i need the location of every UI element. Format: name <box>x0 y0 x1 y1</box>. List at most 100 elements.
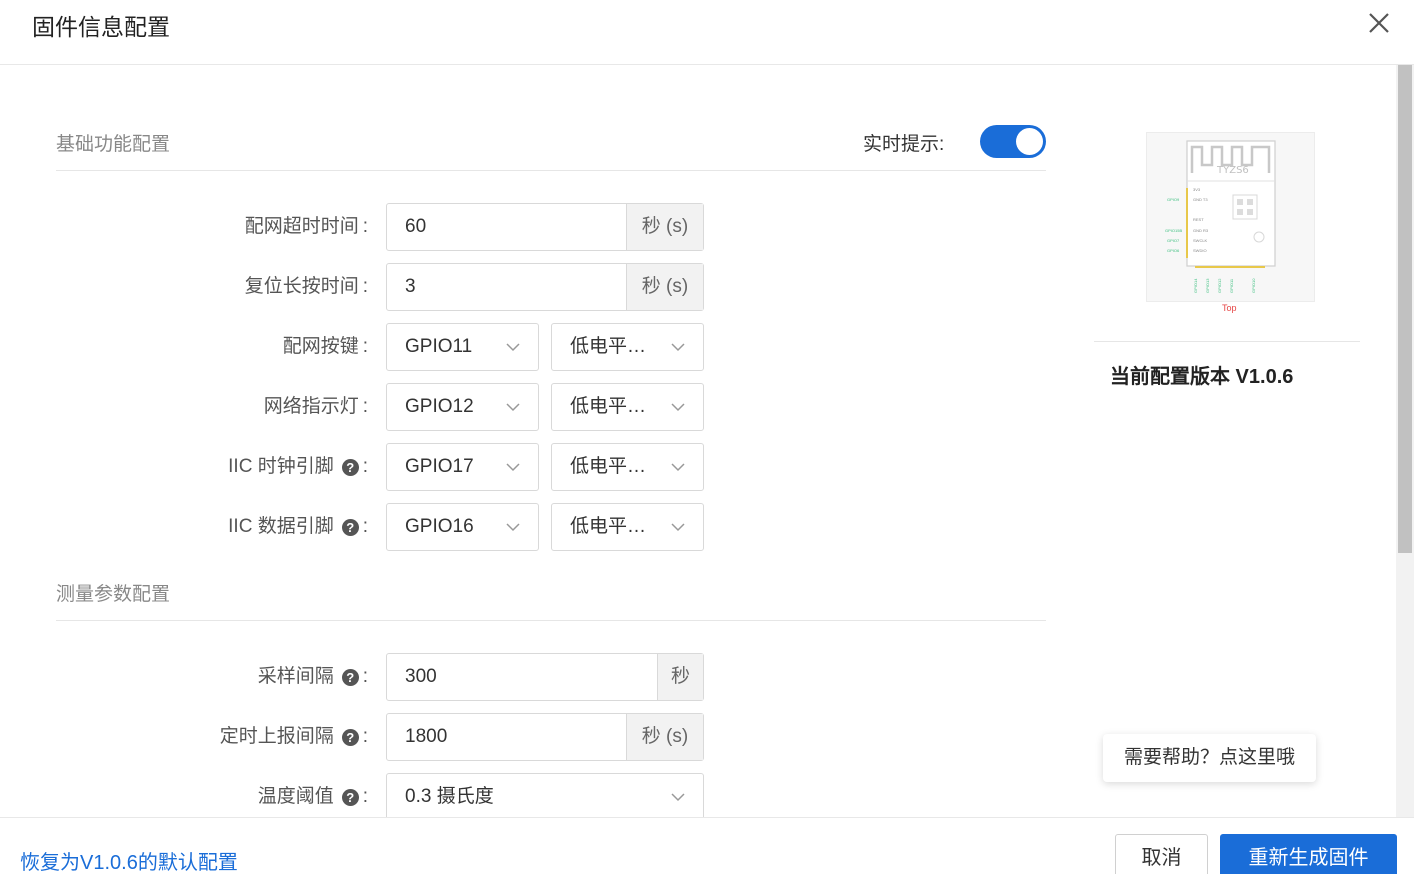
section-divider <box>56 620 1046 621</box>
chevron-down-icon <box>671 343 685 352</box>
iic-clock-level-select[interactable]: 低电平… <box>551 443 704 491</box>
realtime-hint-toggle[interactable] <box>980 125 1046 158</box>
svg-text:3V3: 3V3 <box>1193 187 1201 192</box>
dialog-title: 固件信息配置 <box>32 14 170 40</box>
form-row-temperature-threshold: 温度阈值?: 0.3 摄氏度 <box>0 773 1000 817</box>
regenerate-firmware-button[interactable]: 重新生成固件 <box>1220 834 1397 874</box>
field-label: 配网按键: <box>282 336 368 357</box>
field-label: IIC 数据引脚?: <box>228 516 368 537</box>
unit-addon: 秒 (s) <box>626 204 703 250</box>
pairing-timeout-input-group: 60 秒 (s) <box>386 203 704 251</box>
pin-label: GPIO12 <box>1217 278 1222 293</box>
report-interval-input[interactable]: 1800 <box>387 714 626 760</box>
svg-text:GND T3: GND T3 <box>1193 197 1208 202</box>
help-icon[interactable]: ? <box>341 668 359 686</box>
reset-press-input-group: 3 秒 (s) <box>386 263 704 311</box>
iic-data-pin-select[interactable]: GPIO16 <box>386 503 539 551</box>
svg-text:SWDIO: SWDIO <box>1193 248 1207 253</box>
pin-label: GPIO7 <box>1167 238 1180 243</box>
section-title-measure: 测量参数配置 <box>56 584 171 605</box>
chevron-down-icon <box>506 403 520 412</box>
form-row-pairing-timeout: 配网超时时间: 60 秒 (s) <box>0 203 1000 251</box>
chevron-down-icon <box>671 793 685 802</box>
unit-addon: 秒 (s) <box>626 714 703 760</box>
scrollbar-thumb[interactable] <box>1398 65 1412 553</box>
iic-data-level-select[interactable]: 低电平… <box>551 503 704 551</box>
sampling-interval-input[interactable]: 300 <box>387 654 657 700</box>
select-value: GPIO12 <box>405 396 474 417</box>
realtime-hint-label: 实时提示: <box>863 134 945 155</box>
select-value: 0.3 摄氏度 <box>405 786 494 807</box>
field-label: IIC 时钟引脚?: <box>228 456 368 477</box>
toggle-knob <box>1016 128 1043 155</box>
form-row-reset-press-time: 复位长按时间: 3 秒 (s) <box>0 263 1000 311</box>
section-title-basic: 基础功能配置 <box>56 134 171 155</box>
restore-default-config-link[interactable]: 恢复为V1.0.6的默认配置 <box>20 846 238 874</box>
svg-text:GND R3: GND R3 <box>1193 228 1209 233</box>
field-label: 复位长按时间: <box>244 276 368 297</box>
section-divider <box>56 170 1046 171</box>
pin-label: GPIO14 <box>1193 278 1198 293</box>
select-value: GPIO17 <box>405 456 474 477</box>
reset-press-input[interactable]: 3 <box>387 264 626 310</box>
select-value: GPIO16 <box>405 516 474 537</box>
form-row-iic-clock: IIC 时钟引脚?: GPIO17 低电平… <box>0 443 1000 491</box>
help-bubble-button[interactable]: 需要帮助？点这里哦 <box>1103 734 1316 782</box>
dialog-body: 基础功能配置 实时提示: 配网超时时间: 60 秒 (s) 复位长按时间: 3 … <box>0 65 1396 817</box>
module-diagram: TYZS6 3V3 GND T3 REST GND R3 SWCLK SWDIO… <box>1165 140 1276 293</box>
dialog-header: 固件信息配置 <box>0 0 1414 65</box>
close-icon[interactable] <box>1366 10 1392 36</box>
form-row-pairing-button: 配网按键: GPIO11 低电平… <box>0 323 1000 371</box>
svg-text:SWCLK: SWCLK <box>1193 238 1208 243</box>
chevron-down-icon <box>506 343 520 352</box>
pin-label: GPIO6 <box>1167 248 1180 253</box>
select-value: 低电平… <box>570 516 647 537</box>
select-value: GPIO11 <box>405 336 473 357</box>
report-interval-input-group: 1800 秒 (s) <box>386 713 704 761</box>
pairing-timeout-input[interactable]: 60 <box>387 204 626 250</box>
network-led-pin-select[interactable]: GPIO12 <box>386 383 539 431</box>
form-row-iic-data: IIC 数据引脚?: GPIO16 低电平… <box>0 503 1000 551</box>
pairing-button-level-select[interactable]: 低电平… <box>551 323 704 371</box>
select-value: 低电平… <box>570 396 647 417</box>
chevron-down-icon <box>671 523 685 532</box>
chevron-down-icon <box>506 463 520 472</box>
svg-text:REST: REST <box>1193 217 1204 222</box>
pin-label: GPIO11 <box>1229 278 1234 293</box>
field-label: 网络指示灯: <box>263 396 368 417</box>
help-icon[interactable]: ? <box>341 518 359 536</box>
pairing-button-pin-select[interactable]: GPIO11 <box>386 323 539 371</box>
form-row-sampling-interval: 采样间隔?: 300 秒 <box>0 653 1000 701</box>
select-value: 低电平… <box>570 336 647 357</box>
iic-clock-pin-select[interactable]: GPIO17 <box>386 443 539 491</box>
form-row-network-led: 网络指示灯: GPIO12 低电平… <box>0 383 1000 431</box>
unit-addon: 秒 (s) <box>626 264 703 310</box>
pin-label: GPIO9 <box>1167 197 1180 202</box>
field-label: 采样间隔?: <box>257 666 368 687</box>
unit-addon: 秒 <box>657 654 703 700</box>
help-icon[interactable]: ? <box>341 788 359 806</box>
form-row-report-interval: 定时上报间隔?: 1800 秒 (s) <box>0 713 1000 761</box>
pin-label: GPIO15B <box>1165 228 1182 233</box>
field-label: 定时上报间隔?: <box>219 726 368 747</box>
module-top-label: Top <box>1222 303 1237 313</box>
chip-name: TYZS6 <box>1216 165 1249 176</box>
field-label: 温度阈值?: <box>257 786 368 807</box>
chevron-down-icon <box>671 463 685 472</box>
panel-divider <box>1094 341 1360 342</box>
field-label: 配网超时时间: <box>244 216 368 237</box>
temperature-threshold-select[interactable]: 0.3 摄氏度 <box>386 773 704 817</box>
select-value: 低电平… <box>570 456 647 477</box>
current-config-version: 当前配置版本 V1.0.6 <box>1110 366 1294 388</box>
network-led-level-select[interactable]: 低电平… <box>551 383 704 431</box>
chevron-down-icon <box>506 523 520 532</box>
module-pinout-image: TYZS6 3V3 GND T3 REST GND R3 SWCLK SWDIO… <box>1146 132 1315 302</box>
pin-label: GPIO13 <box>1205 278 1210 293</box>
sampling-interval-input-group: 300 秒 <box>386 653 704 701</box>
chevron-down-icon <box>671 403 685 412</box>
dialog-footer: 恢复为V1.0.6的默认配置 取消 重新生成固件 <box>0 817 1414 874</box>
cancel-button[interactable]: 取消 <box>1115 834 1208 874</box>
help-icon[interactable]: ? <box>341 728 359 746</box>
help-icon[interactable]: ? <box>341 458 359 476</box>
pin-label: GPIO10 <box>1251 278 1256 293</box>
